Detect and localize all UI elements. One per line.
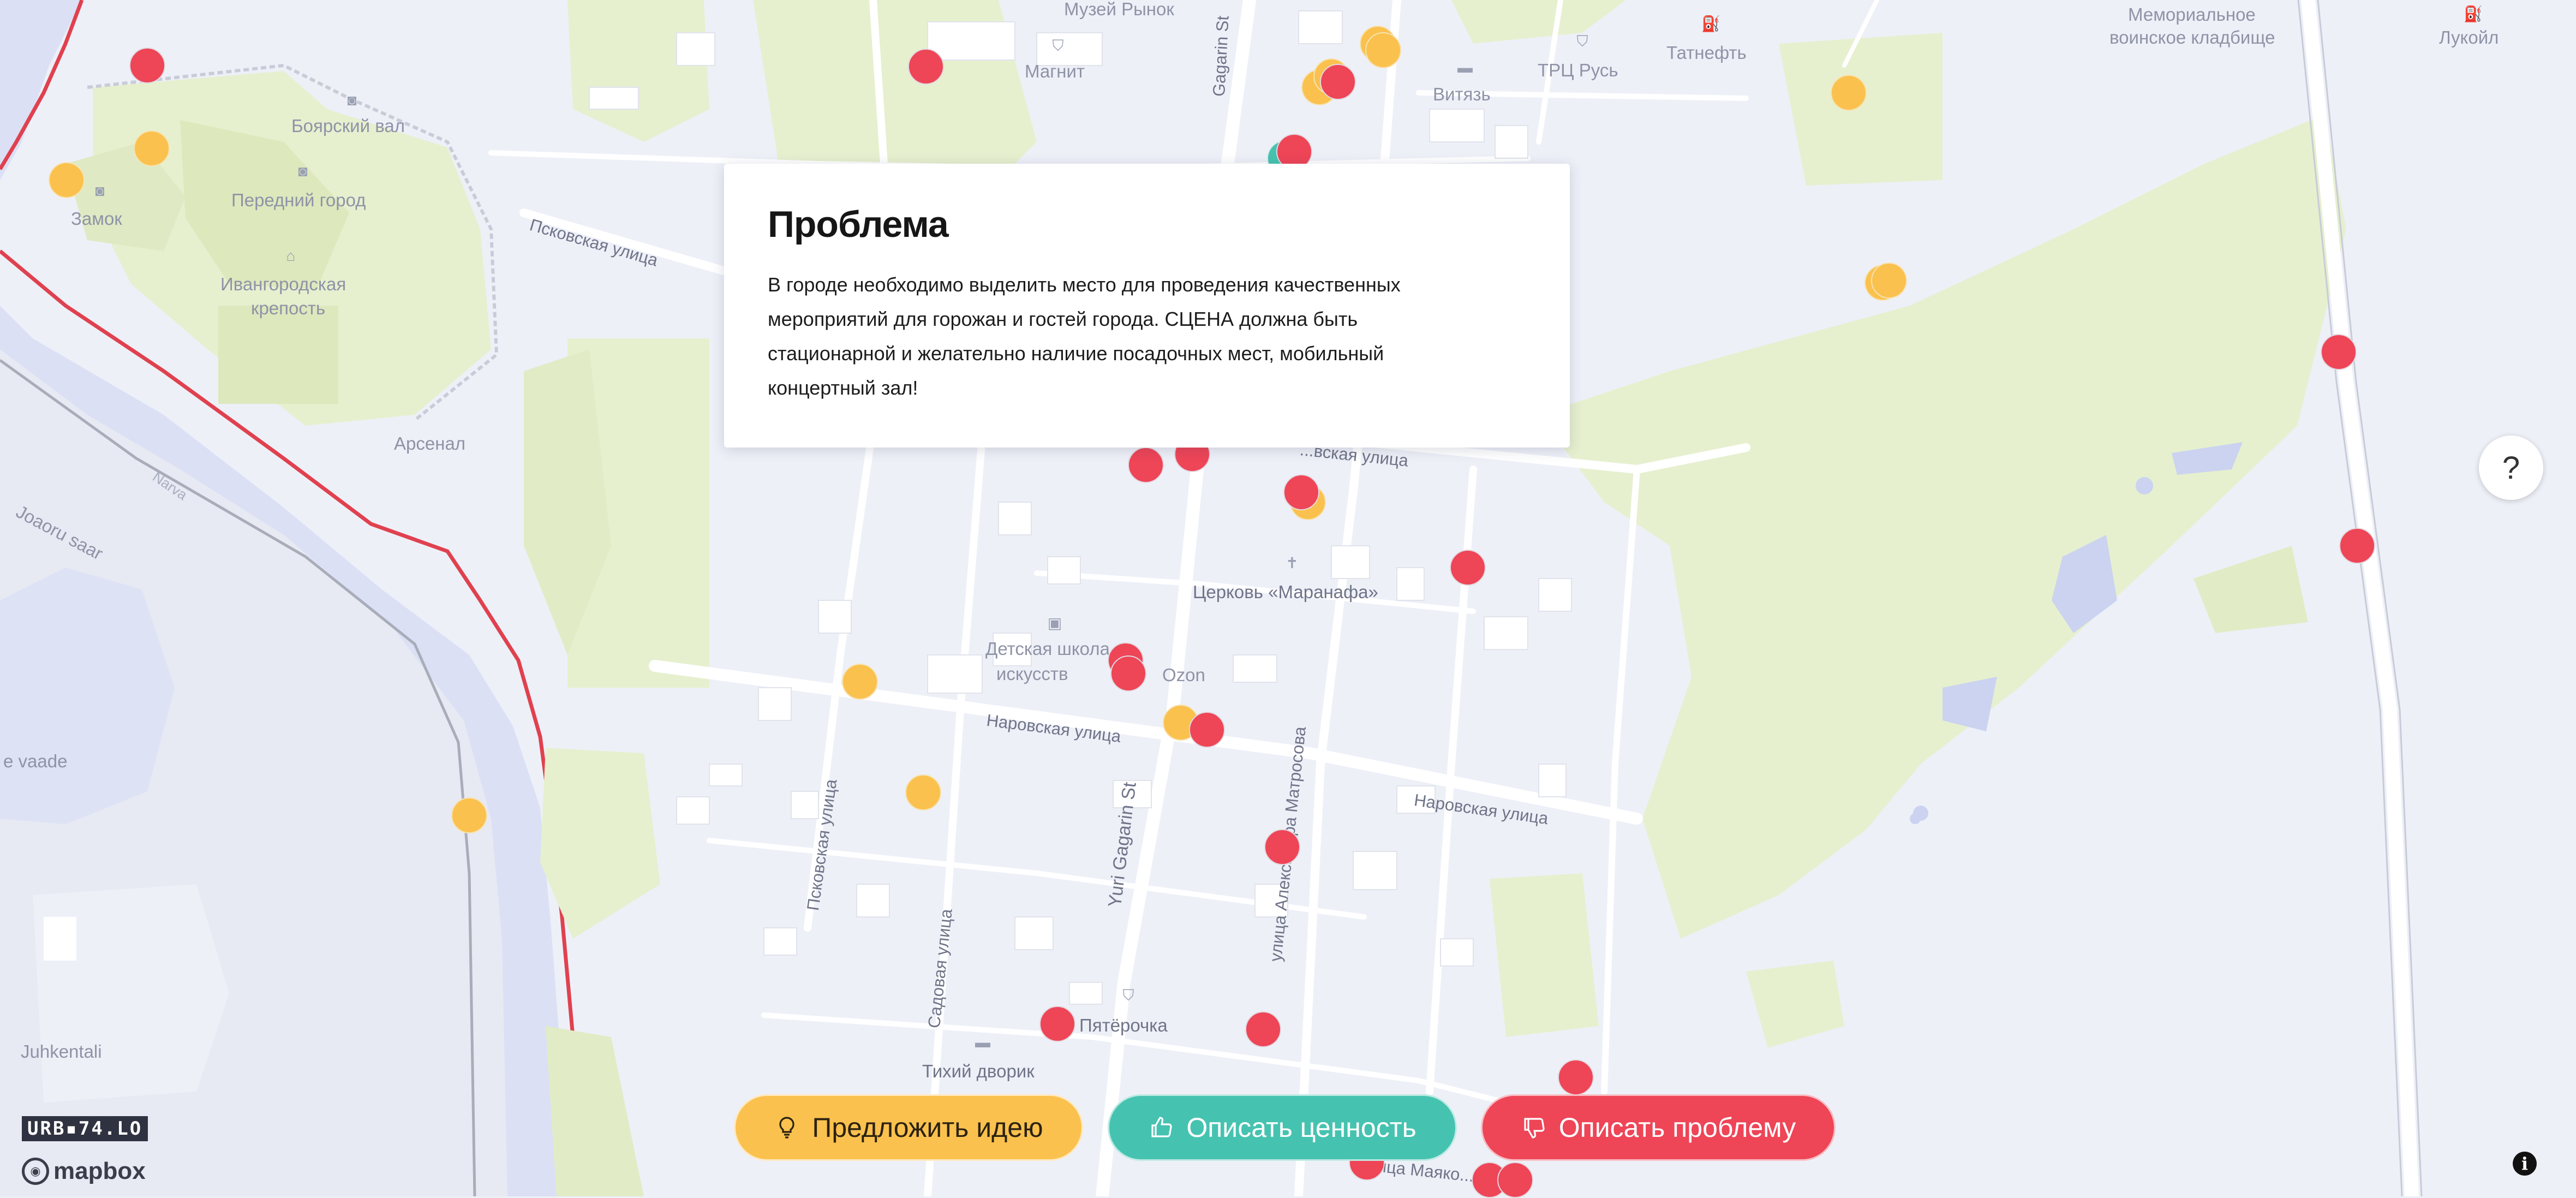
shop-icon: ⛉ — [1122, 987, 1134, 1004]
fuel-icon: ⛽ — [2464, 5, 2483, 22]
map-label-peredny-gorod: Передний город — [231, 190, 366, 210]
problem-marker[interactable] — [1039, 1006, 1075, 1042]
map-label-pyaterochka: Пятёрочка — [1079, 1015, 1168, 1035]
problem-marker[interactable] — [2321, 334, 2357, 370]
hotel-icon: ▬ — [1457, 59, 1473, 76]
map-label-magnit: Магнит — [1025, 61, 1085, 81]
camera-icon: ◙ — [95, 182, 105, 199]
problem-marker[interactable] — [1320, 64, 1356, 100]
idea-marker[interactable] — [49, 162, 85, 198]
problem-marker[interactable] — [2339, 528, 2375, 564]
map-label-tikhiy-dvorik: Тихий дворик — [922, 1061, 1035, 1081]
mall-icon: ⛉ — [1576, 33, 1588, 50]
map-label-church: Церковь «Маранафа» — [1193, 582, 1378, 602]
problem-marker[interactable] — [1128, 447, 1164, 483]
urban-logo: URB▪74.LO — [22, 1116, 148, 1141]
map-label-museum-market: Музей Рынок — [1064, 0, 1174, 19]
map-label-vaade: e vaade — [3, 751, 68, 771]
idea-marker[interactable] — [1871, 263, 1907, 299]
info-label: i — [2521, 1153, 2529, 1174]
describe-value-label: Описать ценность — [1186, 1112, 1416, 1143]
camera-icon: ◙ — [347, 92, 357, 109]
problem-marker[interactable] — [1110, 655, 1146, 692]
info-button[interactable]: i — [2513, 1152, 2537, 1176]
map-label-lukoil: Лукойл — [2439, 27, 2499, 47]
map-label-fortress-1: Ивангородская — [220, 274, 346, 294]
idea-marker[interactable] — [905, 774, 941, 810]
mapbox-logo[interactable]: ◉ mapbox — [22, 1156, 146, 1187]
idea-marker[interactable] — [1831, 75, 1867, 111]
problem-marker[interactable] — [129, 47, 165, 84]
mapbox-label: mapbox — [53, 1158, 146, 1184]
problem-marker[interactable] — [1497, 1162, 1533, 1198]
describe-problem-label: Описать проблему — [1558, 1112, 1796, 1143]
describe-value-button[interactable]: Описать ценность — [1108, 1094, 1457, 1161]
map-label-boyarsky-val: Боярский вал — [291, 116, 405, 136]
shop-icon: ⛉ — [1052, 37, 1064, 54]
describe-problem-button[interactable]: Описать проблему — [1481, 1094, 1836, 1161]
map-label-arsenal: Арсенал — [394, 433, 466, 454]
urban-logo-text: URB▪74.LO — [27, 1118, 143, 1140]
map-label-art-school-2: искусств — [996, 664, 1068, 684]
museum-icon: ⌂ — [286, 247, 296, 264]
map-label-tatneft: Татнефть — [1666, 43, 1747, 63]
map-label-memorial-2: воинское кладбище — [2109, 27, 2275, 47]
thumbs-up-icon — [1151, 1117, 1172, 1137]
help-label: ? — [2502, 450, 2520, 486]
problem-marker[interactable] — [1558, 1059, 1594, 1095]
help-button[interactable]: ? — [2479, 436, 2543, 500]
idea-marker[interactable] — [134, 130, 170, 166]
hotel-icon: ▬ — [975, 1034, 990, 1051]
idea-marker[interactable] — [1365, 32, 1401, 68]
problem-marker[interactable] — [1283, 474, 1319, 510]
map-label-zamok: Замок — [71, 208, 122, 229]
idea-marker[interactable] — [842, 664, 878, 700]
lightbulb-icon — [779, 1117, 795, 1139]
problem-marker[interactable] — [1189, 712, 1225, 748]
church-cross-icon: ✝ — [1286, 555, 1299, 571]
problem-marker[interactable] — [908, 49, 944, 85]
camera-icon: ◙ — [298, 163, 308, 180]
idea-marker[interactable] — [451, 797, 487, 833]
map-label-ozon: Ozon — [1162, 665, 1205, 685]
map-label-gagarin-st-top: Gagarin St — [1209, 15, 1233, 97]
map-label-trc-rus: ТРЦ Русь — [1538, 60, 1618, 80]
fuel-icon: ⛽ — [1701, 15, 1720, 32]
school-icon: ▣ — [1047, 615, 1062, 631]
problem-marker[interactable] — [1245, 1011, 1281, 1047]
map-label-vityaz: Витязь — [1433, 84, 1491, 104]
map-label-fortress-2: крепость — [251, 298, 326, 318]
popup-text: В городе необходимо выделить место для п… — [768, 273, 1401, 399]
suggest-idea-label: Предложить идею — [812, 1112, 1043, 1143]
map-label-memorial-1: Мемориальное — [2128, 4, 2256, 25]
popup-title: Проблема — [768, 204, 949, 245]
problem-popup: Проблема В городе необходимо выделить ме… — [724, 164, 1570, 448]
map-label-juhkentali: Juhkentali — [21, 1041, 102, 1062]
suggest-idea-button[interactable]: Предложить идею — [734, 1094, 1083, 1161]
mapbox-mark-icon: ◉ — [22, 1158, 49, 1185]
thumbs-down-icon — [1524, 1118, 1545, 1139]
problem-marker[interactable] — [1450, 550, 1486, 586]
problem-marker[interactable] — [1264, 829, 1300, 865]
map-label-art-school-1: Детская школа — [985, 639, 1110, 659]
